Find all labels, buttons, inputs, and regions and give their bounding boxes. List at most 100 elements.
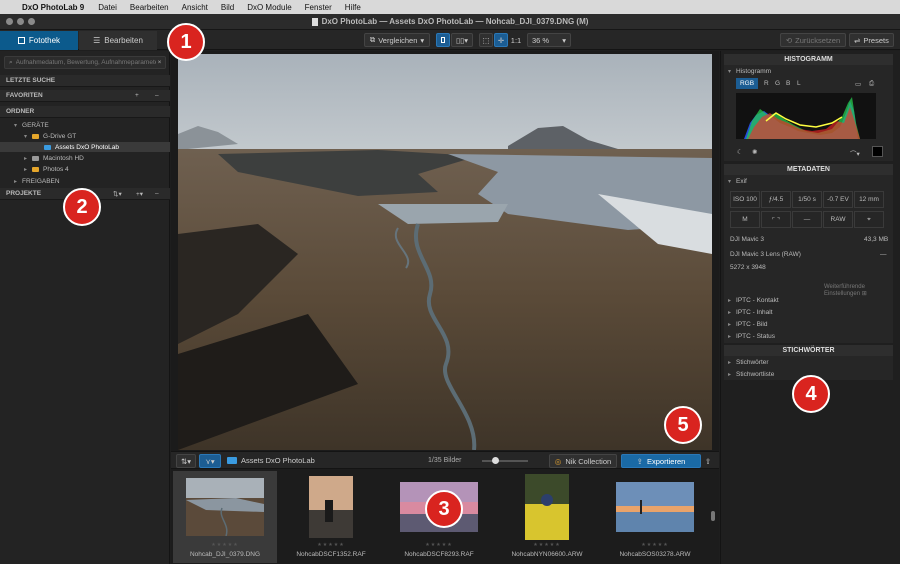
tab-library[interactable]: Fotothek — [0, 31, 78, 50]
thumbnail-size-slider[interactable] — [482, 457, 528, 464]
remove-project-icon[interactable]: – — [155, 190, 159, 197]
section-recent-search[interactable]: LETZTE SUCHE — [0, 75, 170, 87]
printer-icon[interactable]: ⎙ — [869, 80, 874, 88]
metadata-panel: ▾ Exif ISO 100 ƒ/4.5 1/50 s -0.7 EV 12 mm… — [724, 175, 893, 343]
file-size: 43,3 MB — [864, 236, 889, 243]
iptc-status-label: IPTC - Status — [736, 333, 776, 340]
exif-metering: M — [730, 211, 760, 228]
zoom-select[interactable]: 36 % ▾ — [527, 33, 571, 47]
menu-fenster[interactable]: Fenster — [305, 3, 332, 12]
filmstrip-thumb-0[interactable]: ★★★★★ Nohcab_DJI_0379.DNG — [173, 471, 277, 563]
compare-button[interactable]: ⧉ Vergleichen ▾ — [364, 33, 430, 47]
image-viewer[interactable] — [171, 51, 719, 451]
thumb-name: NohcabNYN06600.ARW — [511, 551, 583, 558]
iptc-content[interactable]: ▸ IPTC - Inhalt — [728, 309, 773, 316]
section-favorites[interactable]: FAVORITEN + – — [0, 90, 170, 102]
tree-gdrive[interactable]: ▾ G-Drive GT — [24, 131, 164, 141]
keywords-header[interactable]: STICHWÖRTER — [724, 345, 893, 356]
right-panel: HISTOGRAMM ▾ Histogramm RGB R G B L ▭ ⎙ ☾… — [720, 51, 900, 564]
channel-l[interactable]: L — [797, 80, 801, 87]
clear-search-icon[interactable]: × — [158, 59, 162, 66]
zoom-1to1-button[interactable]: 1:1 — [509, 33, 523, 47]
zoom-window-button[interactable] — [28, 18, 35, 25]
keywords-item[interactable]: ▸ Stichwörter — [728, 359, 769, 366]
filmstrip-scrollbar[interactable] — [711, 511, 715, 521]
exif-aperture: ƒ/4.5 — [761, 191, 791, 208]
channel-r[interactable]: R — [764, 80, 769, 87]
curve-icon[interactable]: ⌒▾ — [850, 148, 860, 158]
chevron-right-icon: ▸ — [14, 178, 18, 185]
add-icon: ⊞ — [861, 291, 867, 297]
channel-g[interactable]: G — [775, 80, 780, 87]
menu-datei[interactable]: Datei — [98, 3, 117, 12]
reset-icon: ⟲ — [785, 35, 793, 45]
rating-stars[interactable]: ★★★★★ — [211, 542, 238, 548]
exif-toggle[interactable]: ▾ Exif — [728, 178, 747, 185]
filter-button[interactable]: ⋎▾ — [199, 454, 221, 468]
slider-handle[interactable] — [492, 457, 499, 464]
menu-bild[interactable]: Bild — [221, 3, 234, 12]
filmstrip-thumb-1[interactable]: ★★★★★ NohcabDSCF1352.RAF — [279, 471, 383, 563]
nik-collection-button[interactable]: ◎ Nik Collection — [549, 454, 617, 468]
menu-bearbeiten[interactable]: Bearbeiten — [130, 3, 169, 12]
exif-shutter: 1/50 s — [792, 191, 822, 208]
menu-app-name[interactable]: DxO PhotoLab 9 — [22, 3, 84, 12]
channel-rgb[interactable]: RGB — [736, 78, 758, 89]
exif-frame: ⌜ ⌝ — [761, 211, 791, 228]
iptc-image[interactable]: ▸ IPTC - Bild — [728, 321, 767, 328]
rating-stars[interactable]: ★★★★★ — [641, 542, 668, 548]
advanced-settings-link[interactable]: Weiterführende Einstellungen ⊞ — [824, 284, 893, 297]
split-view-button[interactable]: ▯▯▾ — [451, 33, 473, 47]
highlight-clip-icon[interactable]: ✺ — [752, 148, 757, 156]
keyword-list-item[interactable]: ▸ Stichwortliste — [728, 371, 774, 378]
rating-stars[interactable]: ★★★★★ — [533, 542, 560, 548]
advanced-settings-label: Weiterführende Einstellungen — [824, 284, 865, 297]
tree-shares[interactable]: ▸ FREIGABEN — [14, 176, 164, 186]
share-button[interactable]: ⇧ — [702, 454, 714, 468]
sort-filmstrip-button[interactable]: ⇅▾ — [176, 454, 196, 468]
single-view-button[interactable] — [436, 33, 450, 47]
crosshair-button[interactable]: ✛ — [494, 33, 508, 47]
sort-icon[interactable]: ⇅▾ — [113, 190, 122, 198]
close-window-button[interactable] — [6, 18, 13, 25]
tree-assets-label: Assets DxO PhotoLab — [55, 143, 119, 151]
reset-button[interactable]: ⟲ Zurücksetzen — [780, 33, 846, 47]
presets-button[interactable]: ⇌ Presets — [849, 33, 894, 47]
menu-ansicht[interactable]: Ansicht — [182, 3, 208, 12]
reset-label: Zurücksetzen — [795, 35, 841, 45]
tree-devices[interactable]: ▾ GERÄTE — [14, 120, 164, 130]
filmstrip-thumb-3[interactable]: ★★★★★ NohcabNYN06600.ARW — [495, 471, 599, 563]
grid-icon — [17, 37, 25, 44]
histogram-sub[interactable]: ▾ Histogramm — [728, 68, 771, 75]
shadow-clip-icon[interactable]: ☾ — [737, 148, 743, 156]
monitor-icon[interactable]: ▭ — [855, 80, 861, 88]
remove-favorite-icon[interactable]: – — [155, 92, 159, 99]
section-folders[interactable]: ORDNER — [0, 106, 170, 118]
chevron-right-icon: ▸ — [24, 155, 28, 162]
add-project-icon[interactable]: +▾ — [136, 190, 143, 198]
export-button[interactable]: ⇪ Exportieren — [621, 454, 701, 468]
camera-model: DJI Mavic 3 — [730, 236, 764, 243]
menu-hilfe[interactable]: Hilfe — [345, 3, 361, 12]
main-photo[interactable] — [178, 54, 712, 450]
iptc-status[interactable]: ▸ IPTC - Status — [728, 333, 775, 340]
iptc-contact[interactable]: ▸ IPTC - Kontakt — [728, 297, 779, 304]
zoom-value: 36 % — [532, 35, 550, 45]
rating-stars[interactable]: ★★★★★ — [425, 542, 452, 548]
rating-stars[interactable]: ★★★★★ — [317, 542, 344, 548]
thumb-name: NohcabDSCF1352.RAF — [296, 551, 366, 558]
filmstrip-thumb-4[interactable]: ★★★★★ NohcabSOS03278.ARW — [603, 471, 707, 563]
tree-macintosh[interactable]: ▸ Macintosh HD — [24, 153, 164, 163]
channel-b[interactable]: B — [786, 80, 790, 87]
search-input[interactable]: ⌕ Aufnahmedatum, Bewertung, Aufnahmepara… — [4, 56, 166, 69]
fit-view-button[interactable]: ⬚ — [479, 33, 493, 47]
minimize-window-button[interactable] — [17, 18, 24, 25]
location-pin-icon: ⌖ — [867, 215, 871, 223]
tree-photos[interactable]: ▸ Photos 4 — [24, 164, 164, 174]
add-favorite-icon[interactable]: + — [135, 92, 139, 99]
tree-assets[interactable]: Assets DxO PhotoLab — [0, 142, 170, 152]
metadata-header[interactable]: METADATEN — [724, 164, 893, 175]
tab-edit[interactable]: ☰ Bearbeiten — [79, 31, 157, 50]
menu-dxo-module[interactable]: DxO Module — [247, 3, 291, 12]
histogram-header[interactable]: HISTOGRAMM — [724, 54, 893, 65]
